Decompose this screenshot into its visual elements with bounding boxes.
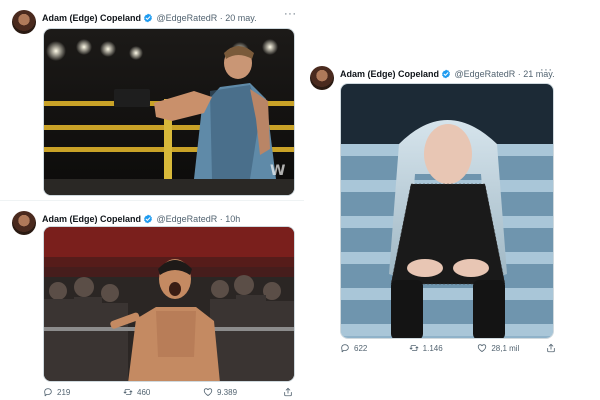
avatar[interactable] (12, 10, 36, 34)
like-button[interactable]: 9.389 (203, 387, 283, 397)
separator: · (219, 13, 223, 23)
retweet-icon (123, 387, 133, 397)
retweet-count: 1.146 (422, 343, 443, 353)
author-handle[interactable]: @EdgeRatedR (157, 13, 218, 23)
like-icon (477, 343, 487, 353)
share-button[interactable] (283, 387, 293, 397)
reply-icon (43, 387, 53, 397)
wrestler-vest-photo: W (44, 29, 294, 195)
timestamp[interactable]: 10h (225, 214, 240, 224)
tweet-2[interactable]: Adam (Edge) Copeland @EdgeRatedR · 10h 2… (0, 200, 305, 400)
more-icon[interactable]: ··· (284, 8, 297, 20)
silver-hair-portrait-photo (341, 84, 553, 338)
retweet-count: 460 (137, 387, 151, 397)
tweet-photo[interactable] (340, 83, 554, 339)
separator: · (517, 69, 521, 79)
reply-count: 219 (57, 387, 71, 397)
more-icon[interactable]: ··· (540, 64, 553, 76)
like-count: 28,1 mil (491, 343, 520, 353)
tweet-actions: 219 460 9.389 (43, 387, 293, 397)
avatar[interactable] (12, 211, 36, 235)
reply-count: 622 (354, 343, 368, 353)
share-icon (283, 387, 293, 397)
tweet-photo[interactable] (43, 226, 295, 382)
retweet-button[interactable]: 460 (123, 387, 203, 397)
author-handle[interactable]: @EdgeRatedR (455, 69, 516, 79)
retweet-icon (409, 343, 419, 353)
share-icon (546, 343, 556, 353)
share-button[interactable] (546, 343, 556, 353)
reply-button[interactable]: 219 (43, 387, 123, 397)
tweet-actions: 622 1.146 28,1 mil (340, 343, 556, 353)
author-name[interactable]: Adam (Edge) Copeland (340, 69, 439, 79)
wrestler-crowd-photo (44, 227, 294, 381)
tweet-3[interactable]: Adam (Edge) Copeland @EdgeRatedR · 21 ma… (304, 56, 560, 362)
verified-badge-icon (143, 214, 153, 224)
author-name[interactable]: Adam (Edge) Copeland (42, 214, 141, 224)
separator: · (219, 214, 223, 224)
verified-badge-icon (143, 13, 153, 23)
avatar[interactable] (310, 66, 334, 90)
tweet-header: Adam (Edge) Copeland @EdgeRatedR · 10h (42, 213, 240, 225)
reply-button[interactable]: 622 (340, 343, 409, 353)
tweet-header: Adam (Edge) Copeland @EdgeRatedR · 20 ma… (42, 12, 257, 24)
retweet-button[interactable]: 1.146 (409, 343, 478, 353)
author-name[interactable]: Adam (Edge) Copeland (42, 13, 141, 23)
tweet-header: Adam (Edge) Copeland @EdgeRatedR · 21 ma… (340, 68, 555, 80)
like-count: 9.389 (217, 387, 238, 397)
reply-icon (340, 343, 350, 353)
like-icon (203, 387, 213, 397)
tweet-photo[interactable]: W (43, 28, 295, 196)
author-handle[interactable]: @EdgeRatedR (157, 214, 218, 224)
svg-text:W: W (270, 163, 285, 179)
like-button[interactable]: 28,1 mil (477, 343, 546, 353)
timestamp[interactable]: 20 may. (225, 13, 256, 23)
verified-badge-icon (441, 69, 451, 79)
tweet-1[interactable]: Adam (Edge) Copeland @EdgeRatedR · 20 ma… (0, 0, 305, 205)
